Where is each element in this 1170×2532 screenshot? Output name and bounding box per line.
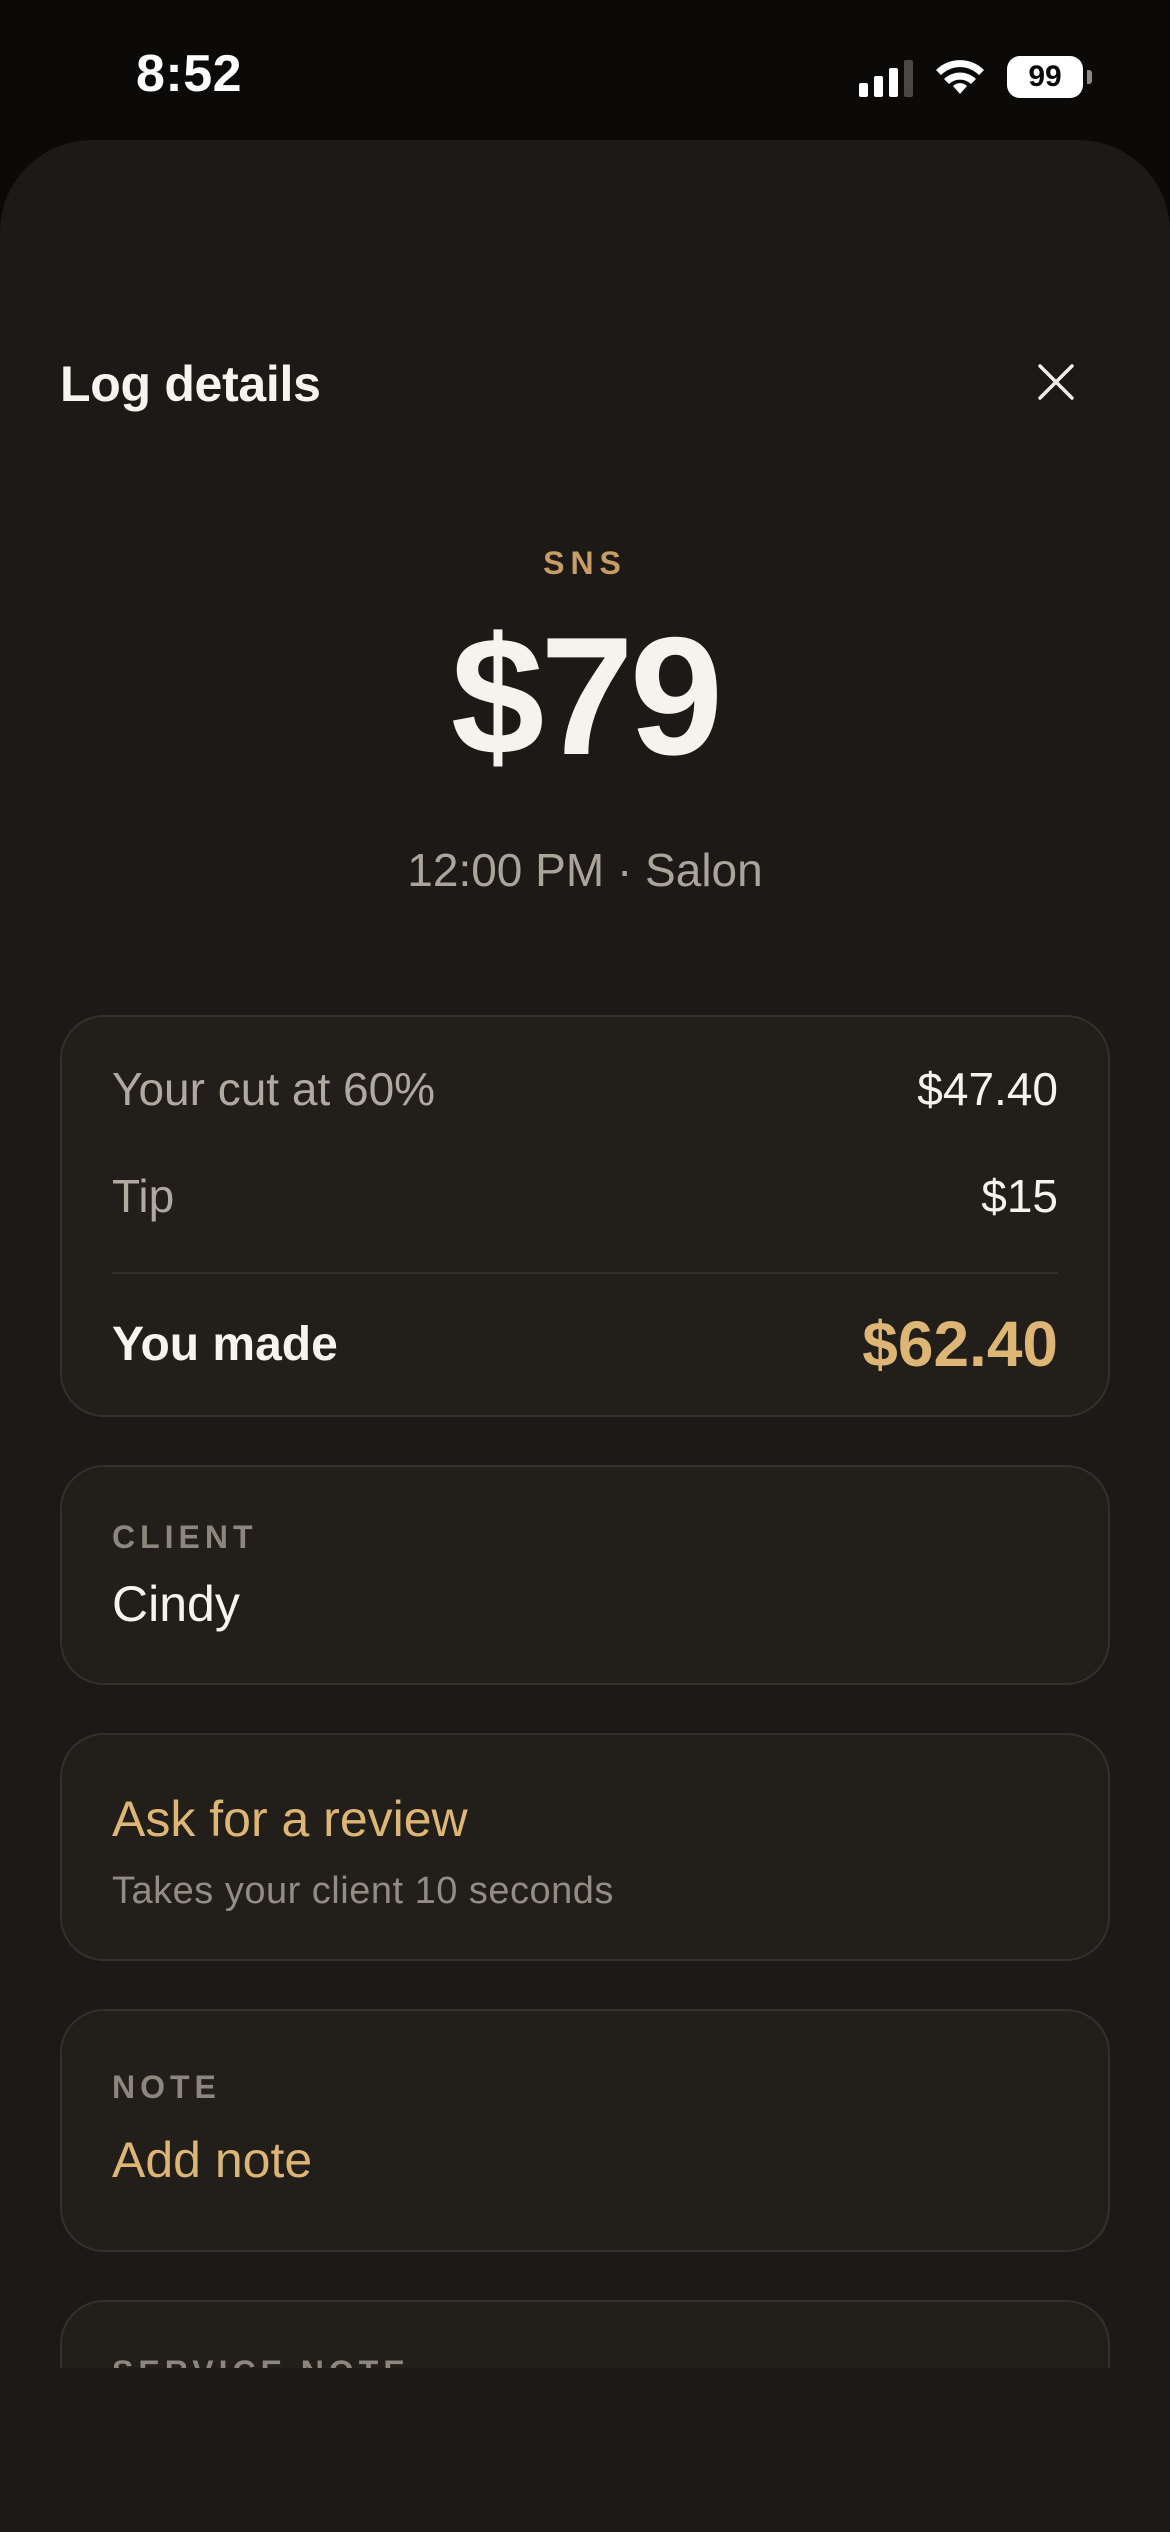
battery-level: 99 <box>1007 56 1083 98</box>
add-note-button[interactable]: Add note <box>112 2131 312 2189</box>
service-meta: 12:00 PM · Salon <box>407 844 763 896</box>
review-title: Ask for a review <box>112 1791 468 1847</box>
cut-value: $47.40 <box>917 1063 1058 1115</box>
tip-row: Tip $15 <box>112 1169 1058 1223</box>
service-price: $79 <box>450 602 723 790</box>
client-label: CLIENT <box>112 1519 258 1555</box>
battery-icon: 99 <box>1007 56 1092 98</box>
sheet-title: Log details <box>60 356 321 412</box>
divider <box>112 1272 1058 1274</box>
signal-icon <box>859 57 913 97</box>
earnings-card: Your cut at 60% $47.40 Tip $15 You made … <box>60 1015 1110 1417</box>
note-card[interactable]: NOTE Add note <box>60 2009 1110 2252</box>
status-time: 8:52 <box>136 45 243 103</box>
total-row: You made $62.40 <box>112 1307 1058 1381</box>
review-subtitle: Takes your client 10 seconds <box>112 1870 614 1912</box>
wifi-icon <box>936 60 984 94</box>
tip-value: $15 <box>981 1170 1058 1222</box>
note-label: NOTE <box>112 2069 221 2105</box>
cut-row: Your cut at 60% $47.40 <box>112 1062 1058 1116</box>
status-bar: 8:52 99 <box>0 0 1170 140</box>
bottom-cover <box>0 2368 1170 2532</box>
close-button[interactable] <box>1030 356 1082 408</box>
cut-label: Your cut at 60% <box>112 1063 436 1115</box>
status-icons: 99 <box>859 52 1092 102</box>
total-label: You made <box>112 1317 338 1371</box>
client-card[interactable]: CLIENT Cindy <box>60 1465 1110 1685</box>
close-icon <box>1038 364 1074 400</box>
total-value: $62.40 <box>862 1308 1058 1380</box>
ask-review-button[interactable]: Ask for a review Takes your client 10 se… <box>60 1733 1110 1961</box>
client-name: Cindy <box>112 1576 240 1632</box>
service-name: SNS <box>543 545 627 581</box>
tip-label: Tip <box>112 1170 175 1222</box>
